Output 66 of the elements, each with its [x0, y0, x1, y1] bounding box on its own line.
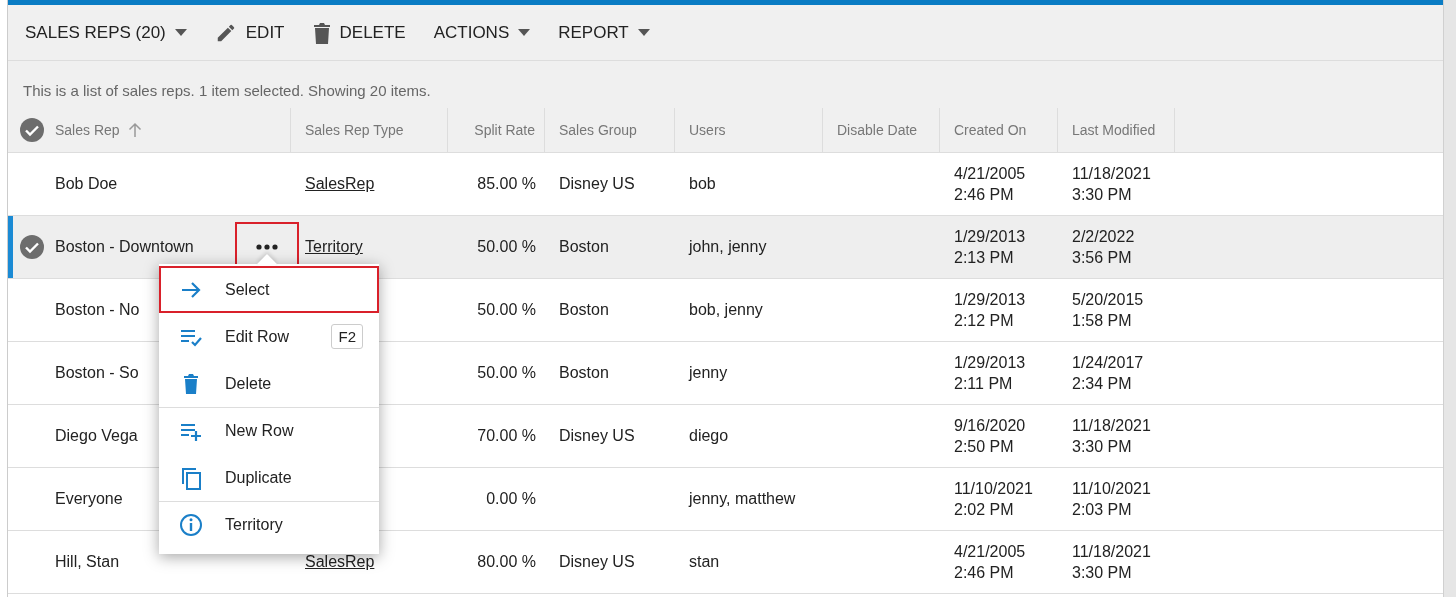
toolbar-button[interactable]: EDIT [212, 17, 287, 48]
list-description: This is a list of sales reps. 1 item selected. Showing 20 items. [22, 81, 432, 101]
modified-date: 1/24/2017 2:34 PM [1072, 353, 1144, 394]
modified-date: 11/10/2021 2:03 PM [1072, 479, 1151, 520]
rep-type-link[interactable]: SalesRep [305, 175, 375, 193]
column-header[interactable]: Last Modified [1072, 122, 1156, 138]
users: bob [689, 175, 716, 193]
column-header[interactable]: Created On [954, 122, 1027, 138]
menu-item[interactable]: Select [159, 266, 379, 313]
users: stan [689, 553, 720, 571]
toolbar-button[interactable]: DELETE [310, 17, 408, 48]
modified-date: 11/18/2021 3:30 PM [1072, 416, 1151, 457]
modified-date: 5/20/2015 1:58 PM [1072, 290, 1144, 331]
menu-item[interactable]: New Row [159, 407, 379, 454]
sales-group: Boston [559, 238, 609, 256]
sales-rep-name: Boston - Downtown [55, 238, 194, 256]
sales-rep-name: Diego Vega [55, 427, 138, 445]
column-header[interactable]: Sales Rep [55, 122, 120, 138]
created-date: 4/21/2005 2:46 PM [954, 542, 1026, 583]
column-header[interactable]: Split Rate [474, 122, 535, 138]
created-date: 1/29/2013 2:12 PM [954, 290, 1026, 331]
column-header[interactable]: Sales Rep Type [305, 122, 404, 138]
split-rate: 80.00 % [477, 553, 536, 571]
column-header[interactable]: Sales Group [559, 122, 637, 138]
sales-rep-name: Boston - So [55, 364, 139, 382]
menu-item[interactable]: Territory [159, 501, 379, 548]
rep-type-link[interactable]: Territory [305, 238, 363, 256]
selected-row[interactable]: Boston - Downtown Territory 50.00 % Boston john, jenny 1/29/2013 2:13 PM 2/2/2022 3:56 PM [8, 216, 1443, 279]
sales-rep-name: Boston - No [55, 301, 140, 319]
sales-rep-name: Bob Doe [55, 175, 118, 193]
toolbar-button[interactable]: ACTIONS [431, 18, 533, 47]
modified-date: 11/18/2021 3:30 PM [1072, 164, 1151, 205]
users: john, jenny [689, 238, 767, 256]
sales-group: Boston [559, 364, 609, 382]
created-date: 1/29/2013 2:11 PM [954, 353, 1026, 394]
created-date: 9/16/2020 2:50 PM [954, 416, 1026, 457]
modified-date: 2/2/2022 3:56 PM [1072, 227, 1135, 268]
sales-rep-name: Everyone [55, 490, 123, 508]
users: jenny, matthew [689, 490, 796, 508]
users: bob, jenny [689, 301, 763, 319]
created-date: 4/21/2005 2:46 PM [954, 164, 1026, 205]
toolbar-button[interactable]: REPORT [556, 18, 652, 47]
users: diego [689, 427, 729, 445]
menu-item[interactable]: Delete [159, 360, 379, 407]
column-header[interactable]: Users [689, 122, 726, 138]
sales-group: Disney US [559, 553, 635, 571]
split-rate: 50.00 % [477, 364, 536, 382]
column-header[interactable]: Disable Date [837, 122, 918, 138]
created-date: 11/10/2021 2:02 PM [954, 479, 1033, 520]
modified-date: 11/18/2021 3:30 PM [1072, 542, 1151, 583]
sales-group: Boston [559, 301, 609, 319]
shortcut-key: F2 [331, 324, 363, 349]
split-rate: 85.00 % [477, 175, 536, 193]
split-rate: 0.00 % [486, 490, 536, 508]
toolbar-button[interactable]: SALES REPS (20) [23, 18, 189, 47]
users: jenny [689, 364, 728, 382]
sales-group: Disney US [559, 427, 635, 445]
sales-group: Disney US [559, 175, 635, 193]
split-rate: 50.00 % [477, 238, 536, 256]
menu-item[interactable]: Edit Row F2 [159, 313, 379, 360]
sales-rep-name: Hill, Stan [55, 553, 120, 571]
menu-item[interactable]: Duplicate [159, 454, 379, 501]
created-date: 1/29/2013 2:13 PM [954, 227, 1026, 268]
split-rate: 70.00 % [477, 427, 536, 445]
rep-type-link[interactable]: SalesRep [305, 553, 375, 571]
split-rate: 50.00 % [477, 301, 536, 319]
